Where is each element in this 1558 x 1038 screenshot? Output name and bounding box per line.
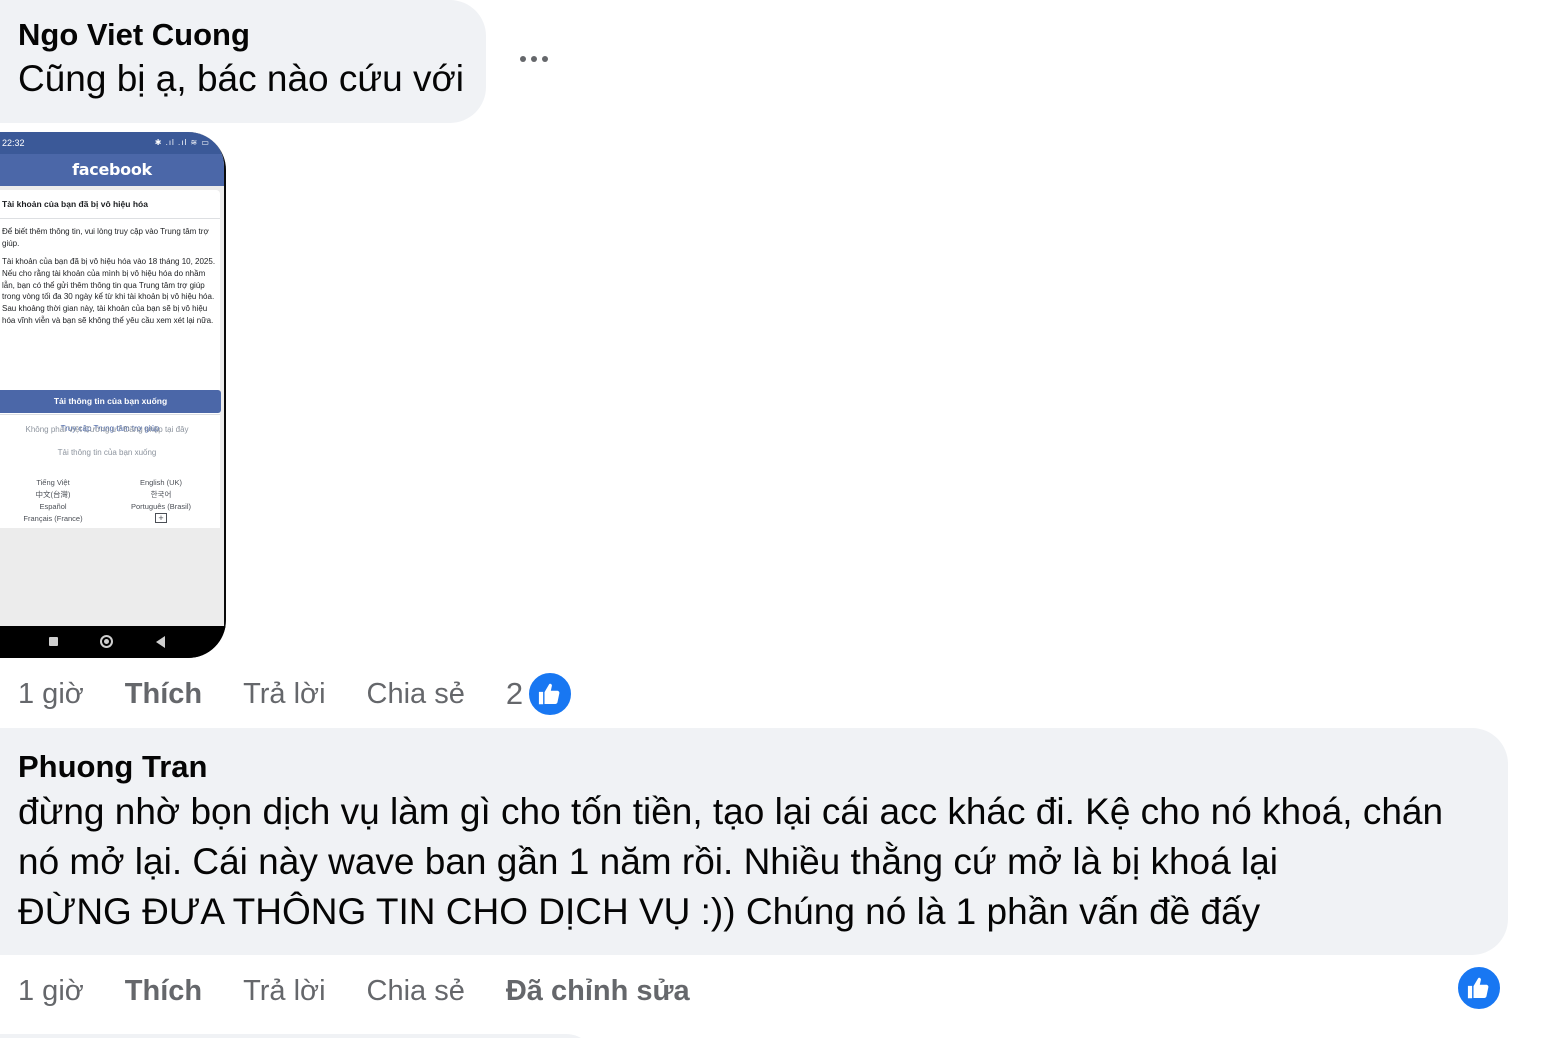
more-languages-icon: +: [155, 513, 167, 523]
facebook-logo: facebook: [0, 154, 224, 186]
like-button[interactable]: Thích: [125, 975, 202, 1008]
share-button[interactable]: Chia sẻ: [367, 678, 465, 711]
language-option: Español: [39, 502, 67, 511]
language-option: English (UK): [139, 478, 183, 487]
comment-actions-2: 1 giờ Thích Trả lời Chia sẻ Đã chỉnh sửa: [18, 971, 731, 1011]
language-option: 中文(台灣): [35, 490, 71, 499]
thumbs-up-icon[interactable]: [1456, 965, 1502, 1011]
comment-actions-1: 1 giờ Thích Trả lời Chia sẻ 2: [18, 671, 574, 717]
comment-image-attachment[interactable]: 22:32 ✱ .ıl .ıl ≋ ▭ facebook Tài khoản c…: [0, 132, 226, 658]
like-button[interactable]: Thích: [125, 678, 202, 711]
comment-author[interactable]: Phuong Tran: [18, 749, 207, 785]
reply-button[interactable]: Trả lời: [243, 975, 325, 1008]
language-option: Tiếng Việt: [36, 478, 70, 487]
language-option: Português (Brasil): [130, 502, 192, 511]
comment-text-line: nó mở lại. Cái này wave ban gần 1 năm rồ…: [18, 841, 1279, 882]
next-comment-bubble: [0, 1034, 596, 1038]
more-options-icon: [520, 56, 526, 62]
comment-text-line: ĐỪNG ĐƯA THÔNG TIN CHO DỊCH VỤ :)) Chúng…: [18, 891, 1261, 932]
thumbs-up-icon[interactable]: [527, 671, 574, 717]
language-option: 한국어: [150, 490, 172, 499]
divider: [0, 414, 220, 415]
divider: [0, 218, 220, 219]
comment-timestamp[interactable]: 1 giờ: [18, 975, 84, 1008]
comment-text-line: đừng nhờ bọn dịch vụ làm gì cho tốn tiền…: [18, 791, 1444, 832]
phone-screen: 22:32 ✱ .ıl .ıl ≋ ▭ facebook Tài khoản c…: [0, 132, 224, 626]
comment-bubble-1: Ngo Viet Cuong Cũng bị ạ, bác nào cứu vớ…: [0, 0, 486, 123]
status-time: 22:32: [2, 138, 25, 148]
card-paragraph-2: Tài khoản của bạn đã bị vô hiệu hóa vào …: [2, 257, 216, 325]
back-icon: [156, 636, 165, 648]
comment-author[interactable]: Ngo Viet Cuong: [18, 17, 250, 53]
comment-bubble-2: Phuong Tran đừng nhờ bọn dịch vụ làm gì …: [0, 728, 1508, 955]
download-info-button: Tải thông tin của bạn xuống: [0, 390, 221, 413]
status-icons: ✱ .ıl .ıl ≋ ▭: [154, 138, 210, 147]
language-selector: Tiếng Việt 中文(台灣) Español Français (Fran…: [0, 472, 220, 528]
phone-status-bar: 22:32 ✱ .ıl .ıl ≋ ▭: [0, 132, 224, 154]
share-button[interactable]: Chia sẻ: [367, 975, 465, 1008]
card-paragraph-1: Để biết thêm thông tin, vui lòng truy cậ…: [2, 227, 209, 248]
recent-apps-icon: [49, 637, 58, 646]
language-option: Français (France): [23, 514, 83, 523]
reply-button[interactable]: Trả lời: [243, 678, 325, 711]
download-info-link: Tải thông tin của bạn xuống: [57, 448, 157, 457]
comment-text: Cũng bị ạ, bác nào cứu với: [18, 58, 465, 99]
comment-timestamp[interactable]: 1 giờ: [18, 678, 84, 711]
edited-label[interactable]: Đã chỉnh sửa: [506, 975, 690, 1008]
reaction-count[interactable]: 2: [506, 676, 523, 712]
phone-nav-bar: [0, 626, 226, 658]
disabled-account-card: Tài khoản của bạn đã bị vô hiệu hóa Để b…: [0, 190, 220, 516]
home-icon: [100, 635, 113, 648]
card-title: Tài khoản của bạn đã bị vô hiệu hóa: [2, 199, 148, 209]
not-you-link: Không phải Việt Cường ư? Đăng nhập tại đ…: [25, 425, 189, 434]
more-options-button[interactable]: [512, 44, 556, 74]
